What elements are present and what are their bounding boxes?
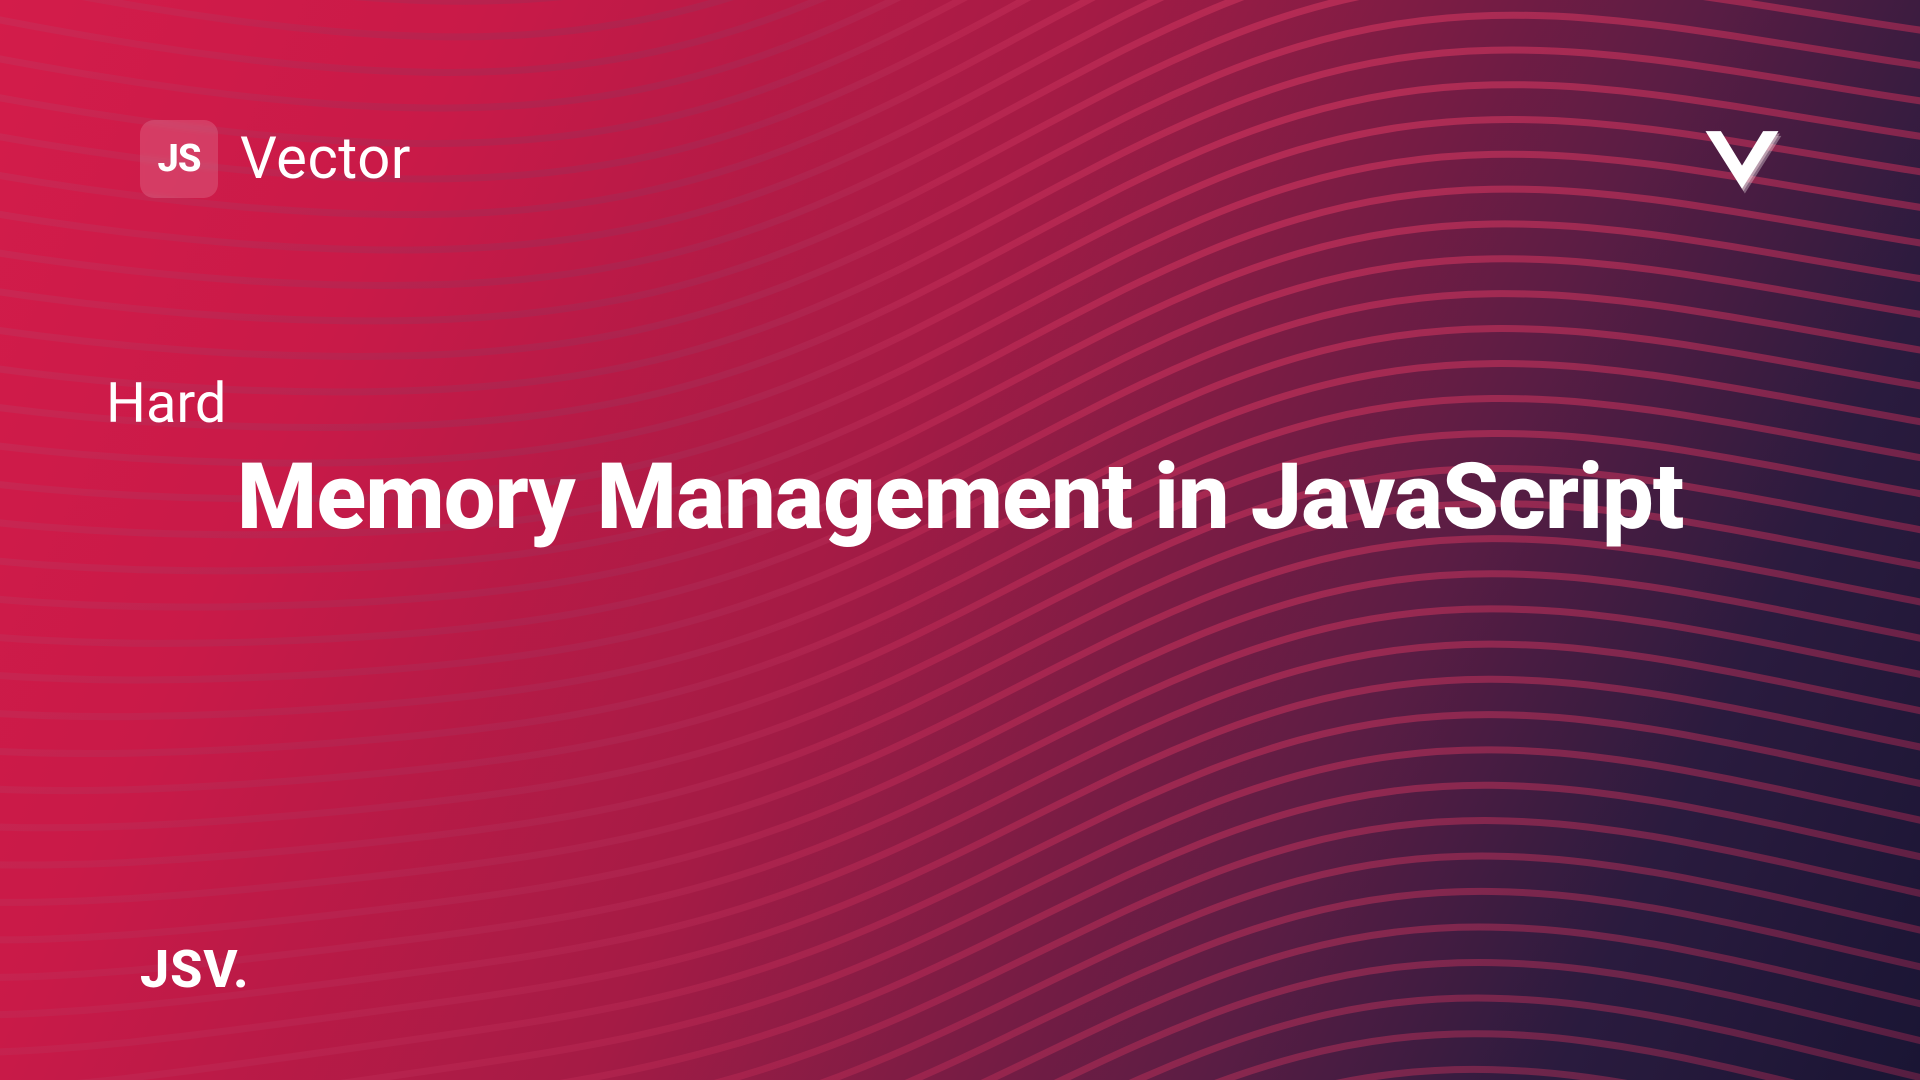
difficulty-label: Hard xyxy=(106,370,1824,436)
footer-mark: JSV. xyxy=(140,939,250,1000)
hero-title: Memory Management in JavaScript xyxy=(96,446,1824,549)
v-logo-icon xyxy=(1694,110,1790,206)
brand-logo-top: JS Vector xyxy=(140,120,411,198)
brand-name: Vector xyxy=(240,125,411,193)
js-badge-text: JS xyxy=(158,137,201,181)
js-badge: JS xyxy=(140,120,218,198)
hero-block: Hard Memory Management in JavaScript xyxy=(96,370,1824,549)
